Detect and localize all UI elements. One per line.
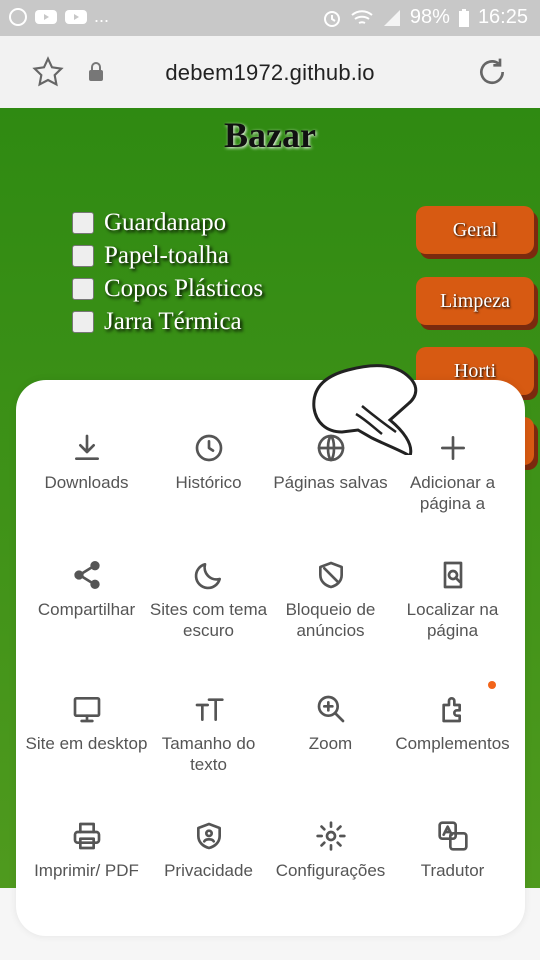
page-title: Bazar (224, 115, 316, 155)
menu-item-add-page[interactable]: Adicionar a página a (389, 428, 516, 514)
menu-item-ad-block[interactable]: Bloqueio de anúncios (267, 555, 394, 641)
moon-icon (145, 555, 272, 595)
menu-item-label: Complementos (395, 734, 510, 753)
menu-item-downloads[interactable]: Downloads (23, 428, 150, 493)
menu-item-saved-pages[interactable]: Páginas salvas (267, 428, 394, 493)
menu-item-label: Compartilhar (37, 600, 136, 619)
menu-item-label: Zoom (308, 734, 353, 753)
checkbox[interactable] (72, 277, 94, 300)
checklist-item[interactable]: Jarra Térmica (72, 305, 263, 338)
puzzle-icon (389, 681, 516, 729)
history-icon (145, 428, 272, 468)
menu-item-add-ons[interactable]: Complementos (389, 681, 516, 754)
menu-item-desktop-site[interactable]: Site em desktop (23, 689, 150, 754)
menu-item-label: Downloads (44, 473, 129, 492)
translate-icon (389, 816, 516, 856)
category-button-geral[interactable]: Geral (416, 206, 534, 254)
menu-item-privacy[interactable]: Privacidade (145, 816, 272, 881)
text-size-icon (145, 689, 272, 729)
item-checklist: Guardanapo Papel-toalha Copos Plásticos … (72, 206, 263, 338)
find-in-page-icon (389, 555, 516, 595)
menu-item-text-size[interactable]: Tamanho do texto (145, 689, 272, 775)
browser-menu-panel: Downloads Histórico Páginas salvas Adici… (16, 380, 525, 936)
checkbox[interactable] (72, 211, 94, 234)
menu-item-label: Tradutor (420, 861, 485, 880)
download-icon (23, 428, 150, 468)
printer-icon (23, 816, 150, 856)
menu-item-label: Imprimir/ PDF (34, 861, 139, 880)
item-label: Guardanapo (104, 208, 227, 236)
checkbox[interactable] (72, 310, 94, 333)
url-text[interactable]: debem1972.github.io (0, 60, 540, 86)
menu-item-settings[interactable]: Configurações (267, 816, 394, 881)
battery-percentage: 98% (409, 6, 450, 28)
shield-icon (267, 555, 394, 595)
share-icon (23, 555, 150, 595)
clock: 16:25 (477, 6, 528, 28)
battery-icon (458, 8, 469, 27)
notification-icons: ... (8, 6, 109, 27)
menu-item-label: Configurações (275, 861, 386, 880)
menu-item-label: Tamanho do texto (161, 734, 256, 774)
youtube-icon (65, 9, 87, 24)
system-status: 98% 16:25 (322, 6, 528, 29)
wifi-icon (351, 9, 373, 24)
menu-item-label: Site em desktop (25, 734, 148, 753)
menu-item-find-in-page[interactable]: Localizar na página (389, 555, 516, 641)
gear-icon (267, 816, 394, 856)
item-label: Copos Plásticos (104, 274, 264, 302)
menu-item-label: Histórico (175, 473, 242, 492)
whatsapp-icon (9, 7, 27, 26)
menu-item-label: Adicionar a página a (409, 473, 496, 513)
category-button-limpeza[interactable]: Limpeza (416, 277, 534, 325)
privacy-icon (145, 816, 272, 856)
menu-item-print-pdf[interactable]: Imprimir/ PDF (23, 816, 150, 881)
item-label: Jarra Térmica (104, 307, 242, 335)
menu-item-label: Bloqueio de anúncios (285, 600, 376, 640)
menu-item-label: Localizar na página (406, 600, 499, 640)
menu-item-history[interactable]: Histórico (145, 428, 272, 493)
checklist-item[interactable]: Papel-toalha (72, 239, 263, 272)
menu-item-label: Privacidade (164, 861, 253, 880)
alarm-icon (323, 10, 340, 27)
menu-item-zoom[interactable]: Zoom (267, 689, 394, 754)
signal-icon (383, 9, 400, 26)
menu-item-dark-sites[interactable]: Sites com tema escuro (145, 555, 272, 641)
menu-item-translator[interactable]: Tradutor (389, 816, 516, 881)
zoom-icon (267, 689, 394, 729)
add-icon (389, 428, 516, 468)
more-notifications: ... (94, 6, 110, 26)
status-bar: ... 98% 16:25 (0, 0, 540, 36)
desktop-icon (23, 689, 150, 729)
saved-pages-icon (267, 428, 394, 468)
menu-item-share[interactable]: Compartilhar (23, 555, 150, 620)
youtube-icon (35, 9, 57, 24)
checkbox[interactable] (72, 244, 94, 267)
notification-dot (488, 681, 496, 689)
menu-item-label: Sites com tema escuro (149, 600, 268, 640)
checklist-item[interactable]: Copos Plásticos (72, 272, 263, 305)
checklist-item[interactable]: Guardanapo (72, 206, 263, 239)
item-label: Papel-toalha (104, 241, 229, 269)
reload-icon[interactable] (476, 56, 508, 88)
menu-item-label: Páginas salvas (273, 473, 388, 492)
browser-toolbar: debem1972.github.io (0, 36, 540, 110)
